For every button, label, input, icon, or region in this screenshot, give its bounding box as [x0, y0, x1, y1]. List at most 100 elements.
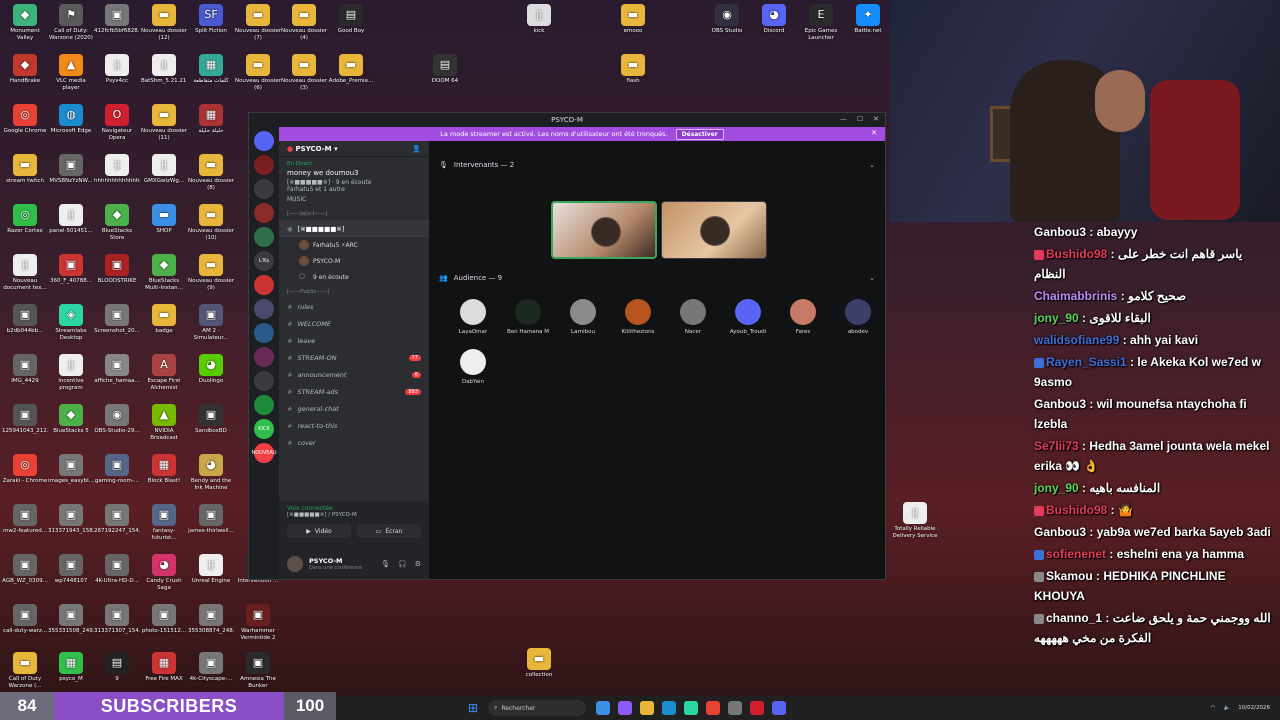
desktop-icon[interactable]: SF Split Fiction	[188, 4, 234, 35]
desktop-icon[interactable]: ▣ Amnesia The Bunker	[235, 652, 281, 689]
desktop-icon[interactable]: ▣ gaming-room-...	[94, 454, 140, 485]
desktop-icon[interactable]: ▣ 287192247_154...	[94, 504, 140, 535]
banner-close-icon[interactable]: ✕	[871, 129, 877, 137]
desktop-icon[interactable]: ▬ Call of Duty Warzone (...	[2, 652, 48, 689]
desktop-icon[interactable]: ▤ DOOM 64	[422, 54, 468, 85]
desktop-icon[interactable]: ▣ 355308874_248...	[188, 604, 234, 635]
desktop-icon[interactable]: ▣ 4k-Cityscape-...	[188, 652, 234, 683]
desktop-icon[interactable]: ⚑ Call of Duty: Warzone (2020)	[48, 4, 94, 41]
desktop-icon[interactable]: ▣ 313371943_158...	[48, 504, 94, 535]
audience-header[interactable]: 👥 Audience — 9 ⌄	[439, 274, 875, 282]
server-icon[interactable]	[254, 299, 274, 319]
taskbar-app-icon[interactable]	[662, 701, 676, 715]
desktop-icon[interactable]: ◕ Discord	[751, 4, 797, 35]
chat-username[interactable]: channo_1	[1046, 611, 1102, 625]
screen-share-button[interactable]: ▭ Écran	[357, 524, 421, 538]
speaker-tile[interactable]	[551, 201, 657, 259]
chat-username[interactable]: sofienenet	[1046, 547, 1106, 561]
channel-stream-on[interactable]: # STREAM-ON 77	[279, 349, 429, 366]
desktop-icon[interactable]: ▯ Psyv4cc	[94, 54, 140, 85]
desktop-icon[interactable]: ◆ BlueStacks 5	[48, 404, 94, 435]
windows-start-icon[interactable]: ⊞	[466, 701, 480, 715]
desktop-icon[interactable]: ▬ emooo	[610, 4, 656, 35]
desktop-icon[interactable]: ◎ Zaraki - Chrome	[2, 454, 48, 485]
volume-icon[interactable]: 🔈	[1223, 705, 1230, 711]
audience-member[interactable]: Kiliithezions	[610, 299, 666, 335]
audience-member[interactable]: Ben Hamana M	[500, 299, 556, 335]
taskbar-app-icon[interactable]	[640, 701, 654, 715]
video-button[interactable]: ▶ Vidéo	[287, 524, 351, 538]
server-icon[interactable]	[254, 131, 274, 151]
desktop-icon[interactable]: ▬ Nouveau dossier (8)	[188, 154, 234, 191]
taskbar-app-icon[interactable]	[750, 701, 764, 715]
desktop-icon[interactable]: ▬ SHOP	[141, 204, 187, 235]
desktop-icon[interactable]: ▬ flash	[610, 54, 656, 85]
desktop-icon[interactable]: ▯ BatShm_5.21.21...	[141, 54, 187, 85]
channel-announcement[interactable]: # announcement 6	[279, 366, 429, 383]
channel-cover[interactable]: # cover	[279, 434, 429, 451]
desktop-icon[interactable]: ◎ Google Chrome	[2, 104, 48, 135]
close-icon[interactable]: ✕	[873, 115, 879, 123]
desktop-icon[interactable]: A Escape First Alchemist	[141, 354, 187, 391]
category-header[interactable]: [——Ja[o-l——]	[279, 207, 429, 220]
desktop-icon[interactable]: ▯ incentive program	[48, 354, 94, 391]
desktop-icon[interactable]: ▦ psyco_M	[48, 652, 94, 683]
desktop-icon[interactable]: ▬ Nouveau dossier (6)	[235, 54, 281, 91]
chat-username[interactable]: Se7lii73	[1034, 439, 1079, 453]
audience-member[interactable]: LayaOmar	[445, 299, 501, 335]
desktop-icon[interactable]: ▬ Adobe_Premie...	[328, 54, 374, 85]
audience-member[interactable]: Ayoub_Troudi	[720, 299, 776, 335]
desktop-icon[interactable]: ▣ SandboxBD	[188, 404, 234, 435]
desktop-icon[interactable]: ▣ BLOODSTRIKE	[94, 254, 140, 285]
desktop-icon[interactable]: ◆ Monument Valley	[2, 4, 48, 41]
voice-user[interactable]: PSYCO-M	[279, 253, 429, 269]
taskbar-app-icon[interactable]	[706, 701, 720, 715]
desktop-icon[interactable]: ▦ كلمات متقاطعة	[188, 54, 234, 85]
desktop-icon[interactable]: E Epic Games Launcher	[798, 4, 844, 41]
desktop-icon[interactable]: ▯ GMXGwIzWg...	[141, 154, 187, 185]
voice-user[interactable]: ◌ 9 en écoute	[279, 269, 429, 285]
audience-member[interactable]: Larnibou	[555, 299, 611, 335]
desktop-icon[interactable]: ▬ badge	[141, 304, 187, 335]
desktop-icon[interactable]: ▣ Warhammer Vermintide 2	[235, 604, 281, 641]
desktop-icon[interactable]: ▣ Screenshot_20...	[94, 304, 140, 335]
server-icon[interactable]	[254, 203, 274, 223]
desktop-icon[interactable]: ▬ Nouveau dossier (4)	[281, 4, 327, 41]
desktop-icon[interactable]: ▣ photo-151512...	[141, 604, 187, 635]
search-input[interactable]: ⌕ Rechercher	[488, 700, 586, 716]
desktop-icon[interactable]: ▤ 9	[94, 652, 140, 683]
server-icon[interactable]	[254, 395, 274, 415]
desktop-icon[interactable]: ▯ Nouveau document tex...	[2, 254, 48, 291]
chat-username[interactable]: Rayen_Sassi1	[1046, 355, 1127, 369]
desktop-icon[interactable]: ▣ AM 2 - Simulateur...	[188, 304, 234, 341]
channel-welcome[interactable]: # WELCOME	[279, 315, 429, 332]
live-event-card[interactable]: En Direct money we doumou3 [※■■■■■※] · 9…	[279, 157, 429, 207]
desktop-icon[interactable]: ▣ AGB_WZ_0309...	[2, 554, 48, 585]
desktop-icon[interactable]: ▣ 4K-Ultra-HD-D...	[94, 554, 140, 585]
channel-leave[interactable]: # leave	[279, 332, 429, 349]
desktop-icon[interactable]: ◆ BlueStacks Store	[94, 204, 140, 241]
clock[interactable]: 10/02/2026	[1238, 705, 1270, 712]
chat-username[interactable]: jony_90	[1034, 311, 1079, 325]
desktop-icon[interactable]: ◕ Candy Crush Saga	[141, 554, 187, 591]
chat-username[interactable]: Skamou	[1046, 569, 1093, 583]
desktop-icon[interactable]: ▯ Totally Reliable Delivery Service	[892, 502, 938, 539]
desktop-icon[interactable]: ▦ Block Blast!	[141, 454, 187, 485]
server-icon[interactable]: KICK	[254, 419, 274, 439]
desktop-icon[interactable]: ▤ Good Boy	[328, 4, 374, 35]
server-icon[interactable]	[254, 155, 274, 175]
desktop-icon[interactable]: ▯ kick	[516, 4, 562, 35]
channel-rules[interactable]: # rules	[279, 298, 429, 315]
desktop-icon[interactable]: ▬ Nouveau dossier (7)	[235, 4, 281, 41]
server-icon[interactable]	[254, 275, 274, 295]
headset-icon[interactable]: 🎧	[398, 560, 407, 568]
chat-username[interactable]: Ganbou3	[1034, 397, 1086, 411]
audience-member[interactable]: Nacer	[665, 299, 721, 335]
server-icon[interactable]	[254, 347, 274, 367]
maximize-icon[interactable]: ☐	[857, 115, 863, 123]
taskbar-app-icon[interactable]	[596, 701, 610, 715]
taskbar-app-icon[interactable]	[772, 701, 786, 715]
server-icon[interactable]	[254, 227, 274, 247]
server-icon[interactable]: L'Ks	[254, 251, 274, 271]
desktop-icon[interactable]: ▦ حليلة حليلة	[188, 104, 234, 135]
